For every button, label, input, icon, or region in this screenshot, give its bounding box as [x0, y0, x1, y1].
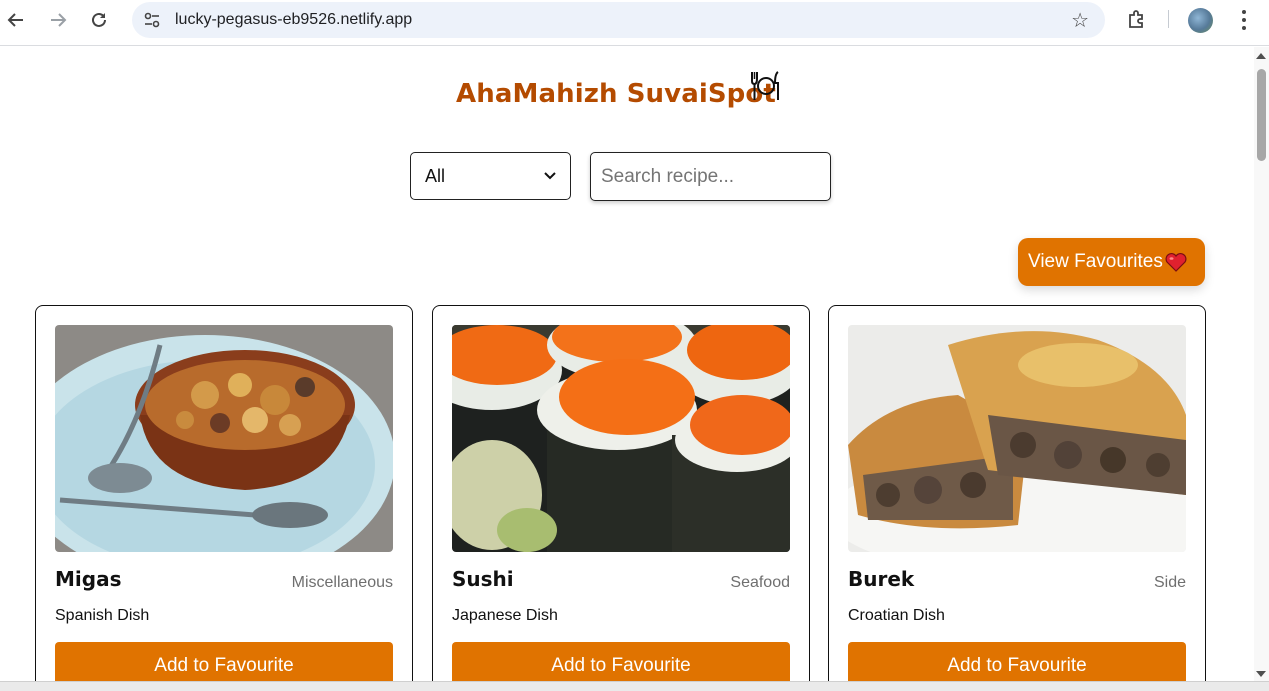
recipe-category: Seafood — [730, 574, 790, 591]
view-favourites-button[interactable]: View Favourites — [1018, 238, 1205, 286]
add-to-favourite-button[interactable]: Add to Favourite — [55, 642, 393, 681]
toolbar-divider — [1168, 10, 1169, 28]
arrow-left-icon — [7, 13, 23, 27]
recipe-image-migas — [55, 325, 393, 552]
add-to-favourite-button[interactable]: Add to Favourite — [452, 642, 790, 681]
category-select[interactable]: All — [410, 152, 571, 200]
page-scrollbar[interactable] — [1254, 47, 1269, 681]
avatar[interactable] — [1188, 8, 1213, 33]
browser-toolbar: lucky-pegasus-eb9526.netlify.app ☆ — [0, 0, 1269, 46]
scroll-down-arrow-icon[interactable] — [1256, 671, 1266, 677]
scroll-up-arrow-icon[interactable] — [1256, 53, 1266, 59]
add-to-favourite-button[interactable]: Add to Favourite — [848, 642, 1186, 681]
recipe-name: Burek — [848, 567, 915, 591]
back-button[interactable] — [3, 7, 29, 33]
category-select-value: All — [425, 165, 446, 186]
recipe-image-burek — [848, 325, 1186, 552]
url-text[interactable]: lucky-pegasus-eb9526.netlify.app — [175, 11, 412, 29]
page-title: AhaMahizh SuvaiSpot — [456, 79, 776, 109]
kebab-menu-icon[interactable] — [1234, 8, 1254, 32]
plate-cutlery-icon — [751, 71, 779, 100]
reload-button[interactable] — [86, 7, 112, 33]
recipe-category: Miscellaneous — [291, 574, 393, 591]
address-bar[interactable]: lucky-pegasus-eb9526.netlify.app ☆ — [132, 2, 1105, 38]
recipe-name: Sushi — [452, 567, 514, 591]
recipe-category: Side — [1153, 574, 1186, 591]
reload-icon — [92, 12, 106, 27]
chevron-down-icon — [544, 172, 556, 180]
star-icon[interactable]: ☆ — [1071, 8, 1089, 33]
arrow-right-icon — [51, 13, 67, 27]
puzzle-icon[interactable] — [1126, 8, 1148, 30]
recipe-area: Japanese Dish — [452, 607, 558, 624]
recipe-area: Spanish Dish — [55, 607, 150, 624]
search-input[interactable] — [590, 152, 831, 201]
heart-icon — [1165, 253, 1187, 272]
recipe-area: Croatian Dish — [848, 607, 945, 624]
forward-button[interactable] — [45, 7, 71, 33]
recipe-image-sushi — [452, 325, 790, 552]
os-taskbar — [0, 681, 1269, 691]
recipe-card: Burek Side Croatian Dish Add to Favourit… — [828, 305, 1206, 681]
scroll-thumb[interactable] — [1257, 69, 1266, 161]
site-info-icon[interactable] — [142, 10, 162, 30]
recipe-card: Sushi Seafood Japanese Dish Add to Favou… — [432, 305, 810, 681]
recipe-name: Migas — [55, 567, 122, 591]
page-content: AhaMahizh SuvaiSpot All View Favourites — [0, 47, 1254, 681]
recipe-card: Migas Miscellaneous Spanish Dish Add to … — [35, 305, 413, 681]
view-favourites-label: View Favourites — [1028, 251, 1163, 272]
